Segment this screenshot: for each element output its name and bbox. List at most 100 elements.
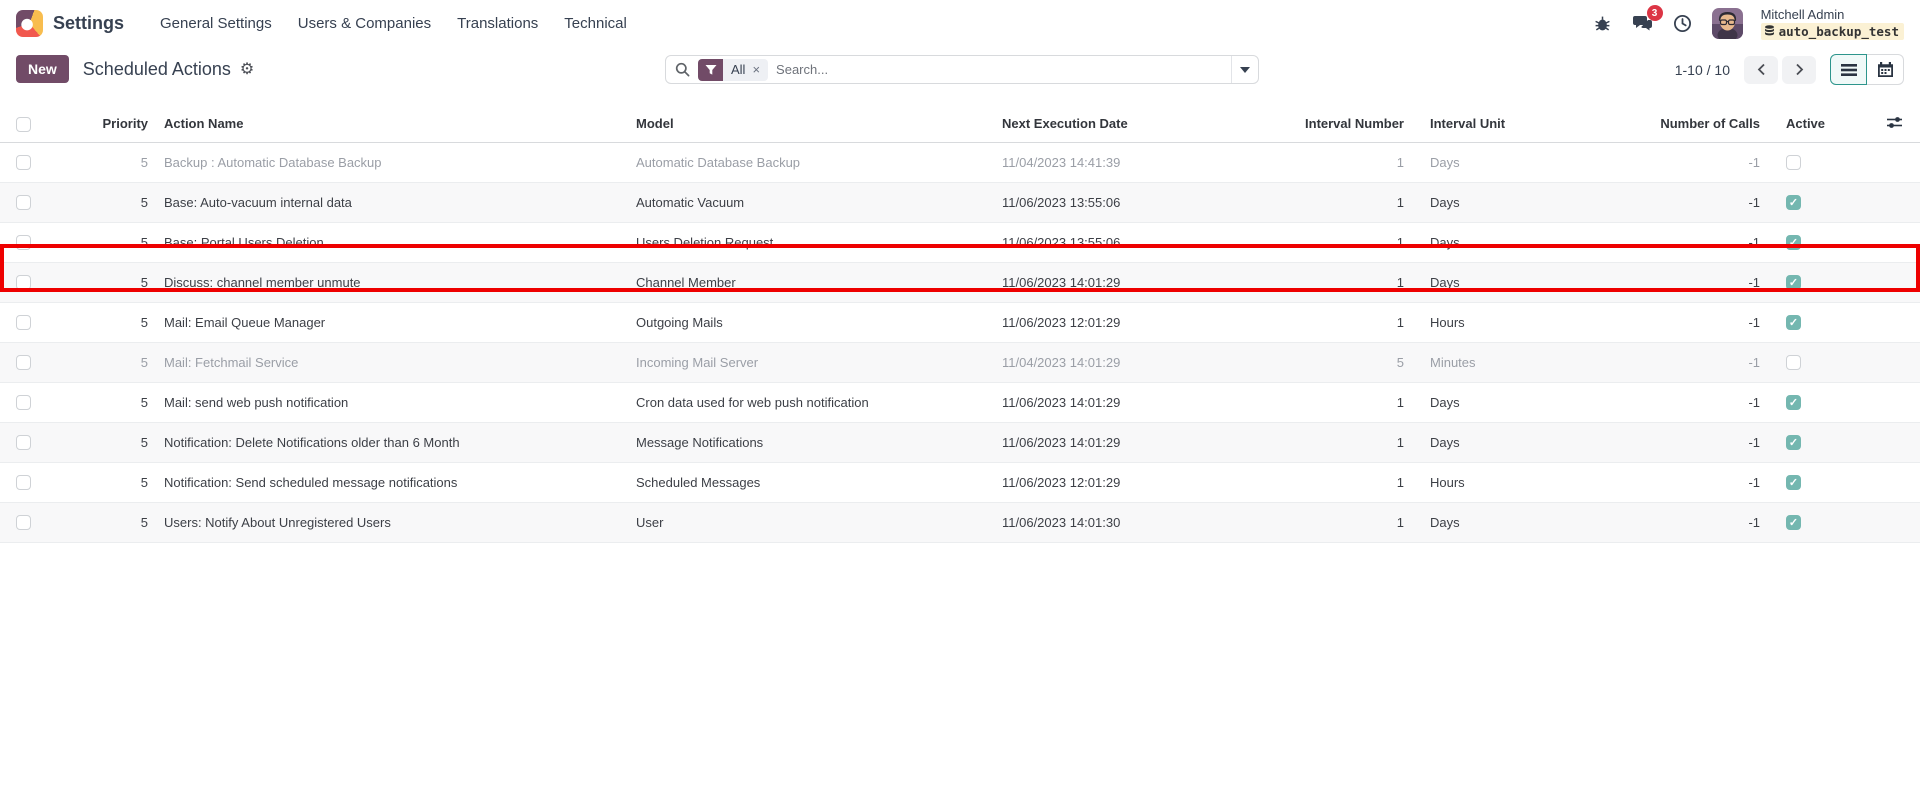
active-checkbox[interactable] — [1786, 155, 1801, 170]
row-select-checkbox[interactable] — [16, 275, 31, 290]
search-facet-filter[interactable]: All × — [698, 59, 768, 81]
facet-remove-icon[interactable]: × — [752, 62, 760, 77]
table-row[interactable]: 5 Notification: Delete Notifications old… — [0, 422, 1920, 462]
interval-unit-cell: Days — [1412, 222, 1652, 262]
odoo-settings-logo-icon[interactable] — [16, 10, 43, 37]
new-button[interactable]: New — [16, 55, 69, 83]
number-of-calls-cell: -1 — [1652, 462, 1768, 502]
action-name-cell[interactable]: Discuss: channel member unmute — [156, 262, 628, 302]
column-header-number-of-calls[interactable]: Number of Calls — [1652, 106, 1768, 142]
row-select-checkbox[interactable] — [16, 515, 31, 530]
action-name-cell[interactable]: Base: Auto-vacuum internal data — [156, 182, 628, 222]
number-of-calls-cell: -1 — [1652, 302, 1768, 342]
table-header-row: Priority Action Name Model Next Executio… — [0, 106, 1920, 142]
table-row[interactable]: 5 Mail: send web push notification Cron … — [0, 382, 1920, 422]
action-name-cell[interactable]: Users: Notify About Unregistered Users — [156, 502, 628, 542]
row-select-checkbox[interactable] — [16, 155, 31, 170]
calendar-view-button[interactable] — [1867, 54, 1904, 85]
model-cell: Message Notifications — [628, 422, 994, 462]
activities-clock-icon[interactable] — [1668, 8, 1698, 38]
priority-cell: 5 — [56, 262, 156, 302]
table-row[interactable]: 5 Users: Notify About Unregistered Users… — [0, 502, 1920, 542]
action-name-cell[interactable]: Mail: Fetchmail Service — [156, 342, 628, 382]
active-checkbox[interactable] — [1786, 235, 1801, 250]
next-execution-date-cell: 11/06/2023 13:55:06 — [994, 182, 1294, 222]
table-row[interactable]: 5 Mail: Email Queue Manager Outgoing Mai… — [0, 302, 1920, 342]
debug-bug-icon[interactable] — [1588, 8, 1618, 38]
column-header-model[interactable]: Model — [628, 106, 994, 142]
search-input[interactable] — [776, 62, 1231, 77]
active-checkbox[interactable] — [1786, 315, 1801, 330]
priority-cell: 5 — [56, 502, 156, 542]
active-checkbox[interactable] — [1786, 475, 1801, 490]
search-bar[interactable]: All × — [665, 55, 1259, 84]
menu-item-translations[interactable]: Translations — [447, 9, 548, 38]
interval-number-cell: 1 — [1294, 222, 1412, 262]
pager-next-button[interactable] — [1782, 56, 1816, 84]
interval-unit-cell: Hours — [1412, 302, 1652, 342]
model-cell: User — [628, 502, 994, 542]
app-menu-toggle[interactable]: Settings — [16, 10, 150, 37]
row-select-checkbox[interactable] — [16, 435, 31, 450]
table-row[interactable]: 5 Base: Auto-vacuum internal data Automa… — [0, 182, 1920, 222]
menu-item-users-companies[interactable]: Users & Companies — [288, 9, 441, 38]
adjust-columns-icon — [1887, 116, 1902, 129]
column-header-priority[interactable]: Priority — [56, 106, 156, 142]
user-avatar[interactable] — [1712, 8, 1743, 39]
interval-number-cell: 1 — [1294, 182, 1412, 222]
action-name-cell[interactable]: Mail: Email Queue Manager — [156, 302, 628, 342]
column-header-next-execution-date[interactable]: Next Execution Date — [994, 106, 1294, 142]
active-checkbox[interactable] — [1786, 275, 1801, 290]
column-header-interval-unit[interactable]: Interval Unit — [1412, 106, 1652, 142]
action-name-cell[interactable]: Notification: Send scheduled message not… — [156, 462, 628, 502]
messages-count-badge: 3 — [1647, 5, 1663, 21]
table-row[interactable]: 5 Notification: Send scheduled message n… — [0, 462, 1920, 502]
active-checkbox[interactable] — [1786, 195, 1801, 210]
action-name-cell[interactable]: Mail: send web push notification — [156, 382, 628, 422]
active-checkbox[interactable] — [1786, 435, 1801, 450]
control-panel: New Scheduled Actions ⚙ All × 1-10 / 10 — [0, 46, 1920, 92]
select-all-checkbox[interactable] — [16, 117, 31, 132]
row-select-checkbox[interactable] — [16, 315, 31, 330]
action-name-cell[interactable]: Base: Portal Users Deletion — [156, 222, 628, 262]
user-menu[interactable]: Mitchell Admin auto_backup_test — [1761, 7, 1904, 40]
messages-icon[interactable]: 3 — [1628, 8, 1658, 38]
action-name-cell[interactable]: Backup : Automatic Database Backup — [156, 142, 628, 182]
pager-value[interactable]: 1-10 / 10 — [1675, 62, 1730, 78]
column-header-action-name[interactable]: Action Name — [156, 106, 628, 142]
table-row[interactable]: 5 Mail: Fetchmail Service Incoming Mail … — [0, 342, 1920, 382]
search-icon — [675, 62, 690, 77]
interval-unit-cell: Days — [1412, 182, 1652, 222]
interval-unit-cell: Days — [1412, 382, 1652, 422]
interval-number-cell: 1 — [1294, 302, 1412, 342]
model-cell: Automatic Database Backup — [628, 142, 994, 182]
active-checkbox[interactable] — [1786, 355, 1801, 370]
row-select-checkbox[interactable] — [16, 475, 31, 490]
column-header-active[interactable]: Active — [1768, 106, 1842, 142]
table-row[interactable]: 5 Base: Portal Users Deletion Users Dele… — [0, 222, 1920, 262]
interval-unit-cell: Days — [1412, 502, 1652, 542]
interval-number-cell: 1 — [1294, 502, 1412, 542]
next-execution-date-cell: 11/04/2023 14:41:39 — [994, 142, 1294, 182]
table-row[interactable]: 5 Backup : Automatic Database Backup Aut… — [0, 142, 1920, 182]
pager-previous-button[interactable] — [1744, 56, 1778, 84]
action-name-cell[interactable]: Notification: Delete Notifications older… — [156, 422, 628, 462]
optional-columns-toggle[interactable] — [1842, 106, 1920, 142]
menu-item-technical[interactable]: Technical — [554, 9, 637, 38]
column-header-interval-number[interactable]: Interval Number — [1294, 106, 1412, 142]
action-gear-icon[interactable]: ⚙ — [240, 59, 254, 79]
number-of-calls-cell: -1 — [1652, 222, 1768, 262]
search-options-toggle[interactable] — [1231, 56, 1258, 83]
model-cell: Outgoing Mails — [628, 302, 994, 342]
table-row[interactable]: 5 Discuss: channel member unmute Channel… — [0, 262, 1920, 302]
number-of-calls-cell: -1 — [1652, 182, 1768, 222]
app-name[interactable]: Settings — [53, 13, 124, 34]
row-select-checkbox[interactable] — [16, 235, 31, 250]
row-select-checkbox[interactable] — [16, 355, 31, 370]
menu-item-general-settings[interactable]: General Settings — [150, 9, 282, 38]
row-select-checkbox[interactable] — [16, 195, 31, 210]
list-view-button[interactable] — [1830, 54, 1867, 85]
active-checkbox[interactable] — [1786, 395, 1801, 410]
active-checkbox[interactable] — [1786, 515, 1801, 530]
row-select-checkbox[interactable] — [16, 395, 31, 410]
